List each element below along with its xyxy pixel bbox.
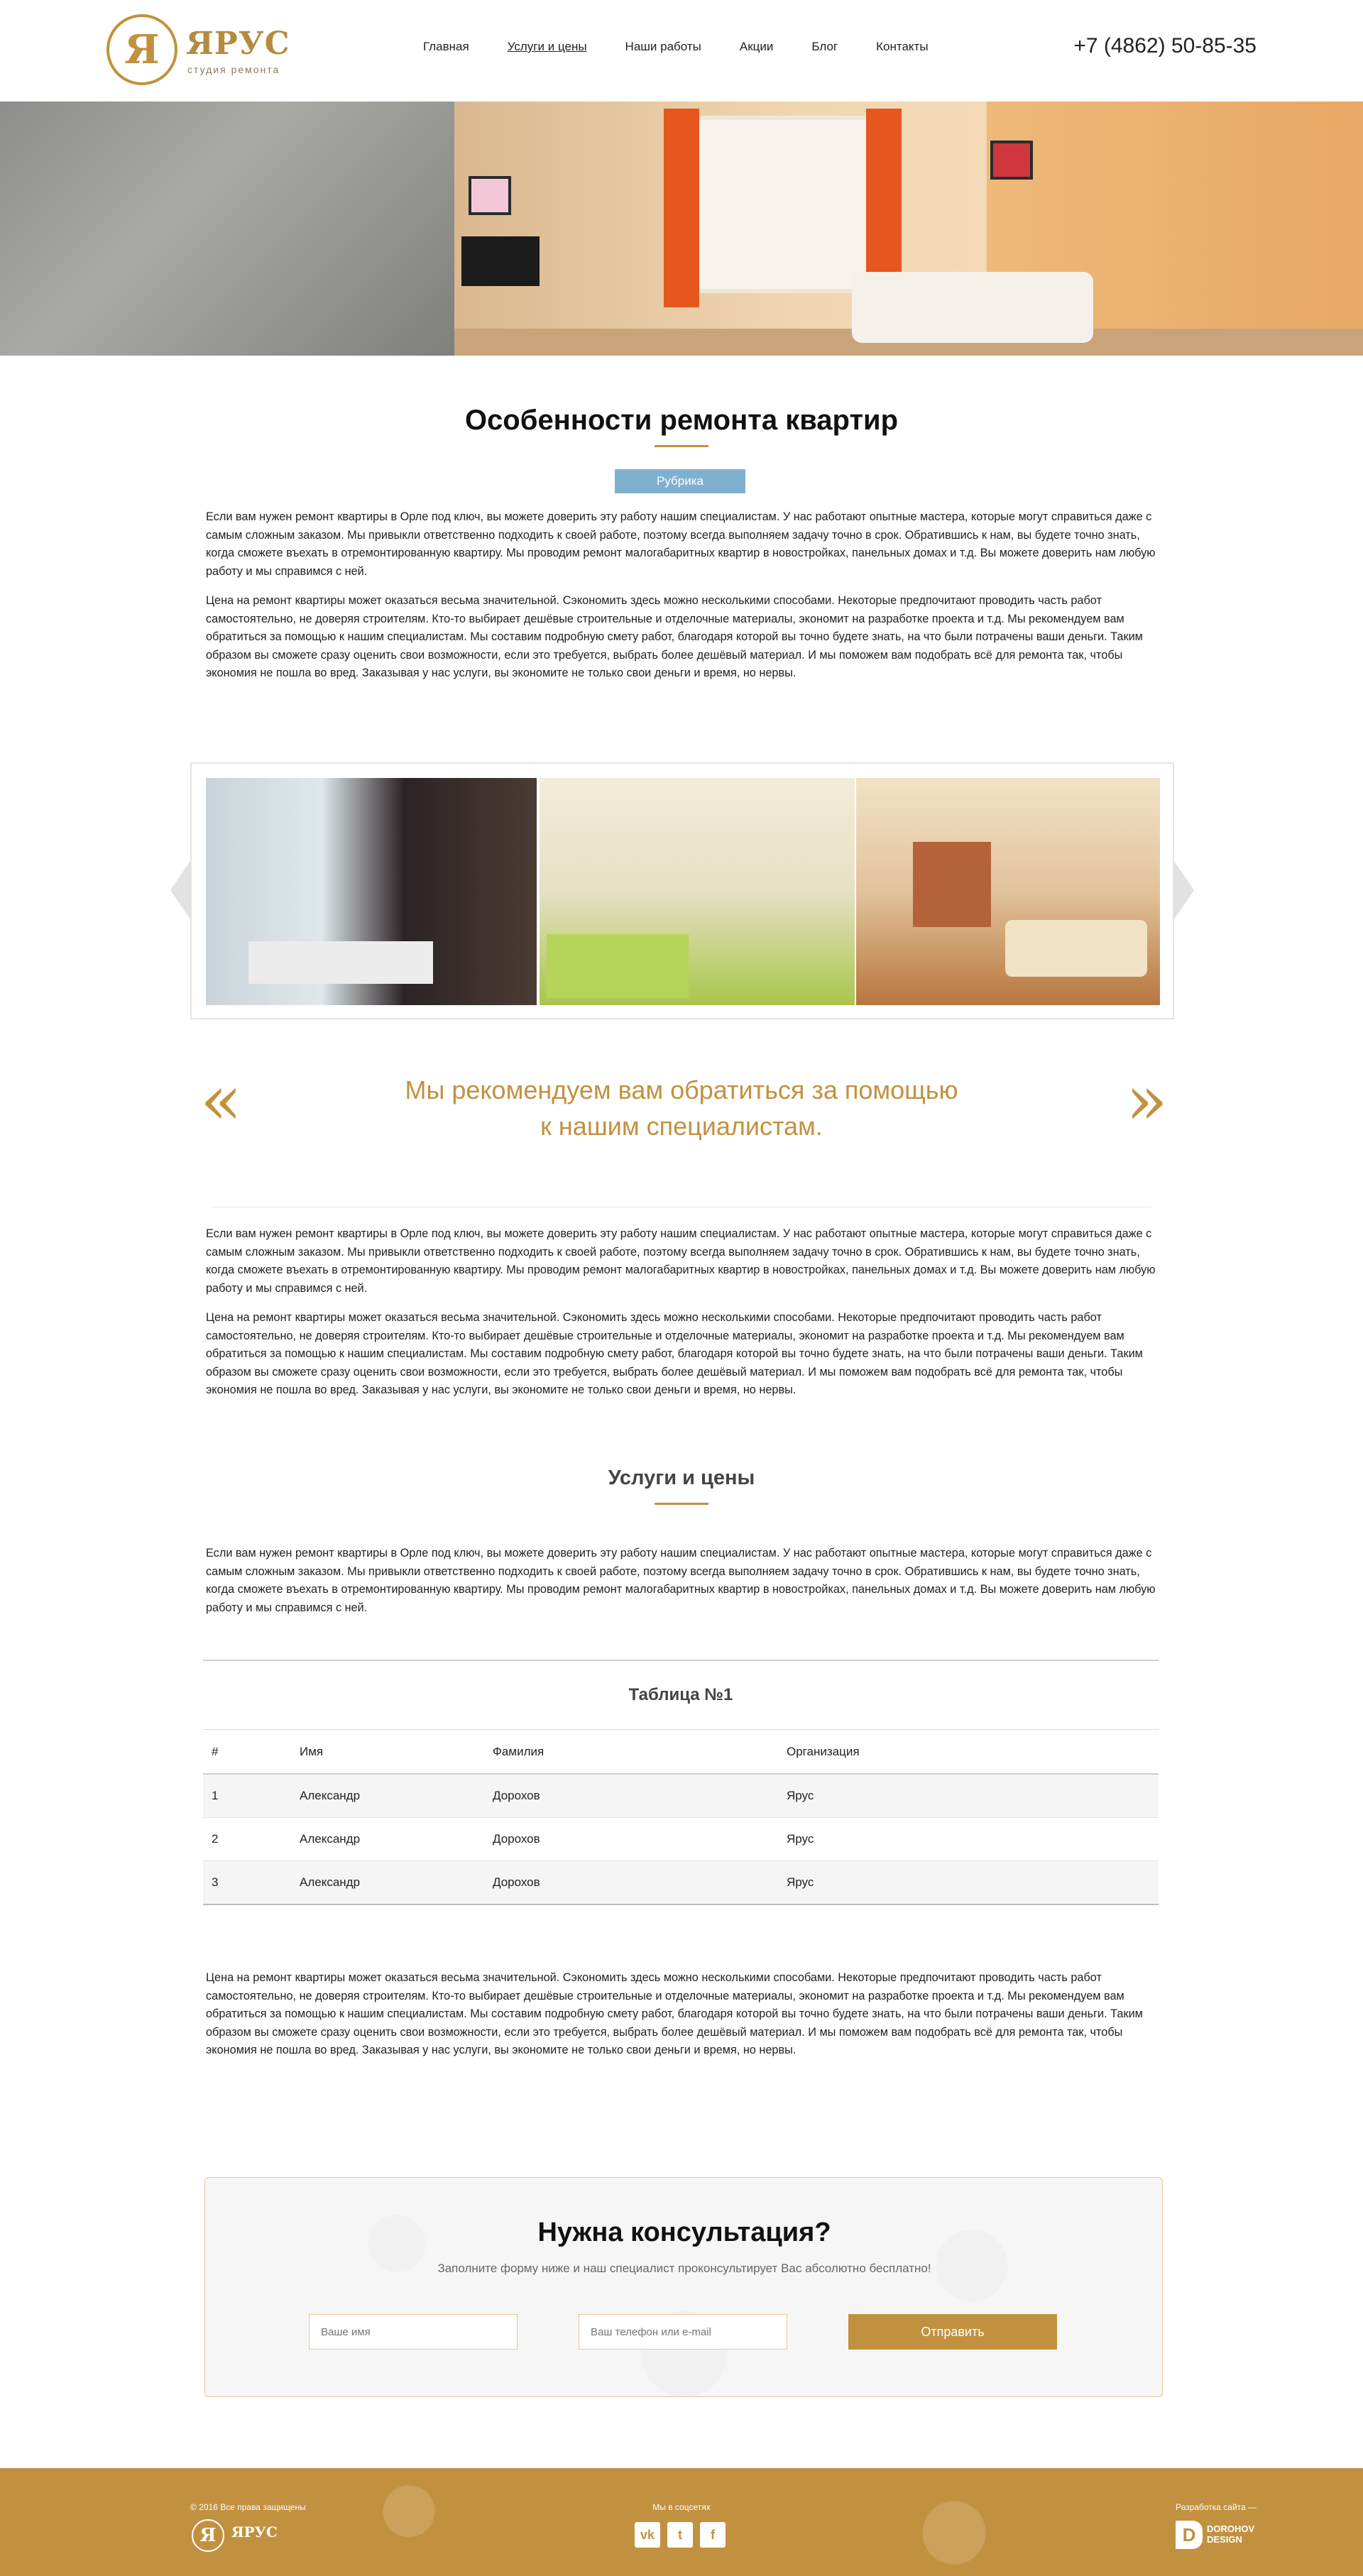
table-cell: Александр	[300, 1875, 361, 1889]
table-cell: Ярус	[787, 1789, 814, 1802]
hero-picture	[990, 141, 1033, 180]
hero-tv	[461, 236, 540, 286]
table-header-cell: Организация	[787, 1744, 860, 1758]
table-row: 1 Александр Дорохов Ярус	[203, 1775, 1159, 1818]
developer-logo[interactable]: D DOROHOV DESIGN	[1176, 2521, 1254, 2550]
nav-item-promo[interactable]: Акции	[740, 40, 774, 54]
table-rule	[203, 1904, 1159, 1905]
paragraph: Цена на ремонт квартиры может оказаться …	[206, 1971, 1143, 2056]
nav-item-services[interactable]: Услуги и цены	[508, 40, 587, 54]
table-cell: 3	[212, 1875, 219, 1889]
table-header-row: # Имя Фамилия Организация	[203, 1729, 1159, 1775]
paragraph: Если вам нужен ремонт квартиры в Орле по…	[206, 1547, 1156, 1614]
gallery-slider	[190, 762, 1174, 1019]
hero-concrete-wall	[0, 102, 454, 356]
quote-open-icon: «	[200, 1060, 242, 1140]
hero-banner	[0, 102, 1363, 356]
contact-input[interactable]	[579, 2314, 787, 2350]
main-nav: Главная Услуги и цены Наши работы Акции …	[423, 40, 967, 54]
paragraph: Цена на ремонт квартиры может оказаться …	[206, 1311, 1143, 1396]
nav-item-contacts[interactable]: Контакты	[876, 40, 928, 54]
table-caption: Таблица №1	[628, 1685, 733, 1704]
paragraph: Если вам нужен ремонт квартиры в Орле по…	[206, 510, 1156, 578]
rubric-badge[interactable]: Рубрика	[615, 469, 745, 493]
hero-curtain-left	[664, 109, 699, 307]
table-cell: Ярус	[787, 1875, 814, 1889]
pull-quote-line: к нашим специалистам.	[540, 1112, 823, 1141]
nav-item-works[interactable]: Наши работы	[625, 40, 701, 54]
logo-name: ЯРУС	[231, 2523, 278, 2541]
twitter-icon[interactable]: t	[667, 2522, 693, 2548]
gallery-image[interactable]	[856, 778, 1160, 1005]
logo-emblem-icon: Я	[106, 14, 177, 85]
table-rule	[203, 1660, 1159, 1661]
facebook-icon[interactable]: f	[700, 2522, 726, 2548]
logo-name: ЯРУС	[186, 26, 290, 62]
consultation-form: Нужна консультация? Заполните форму ниже…	[204, 2177, 1163, 2397]
gallery-image[interactable]	[206, 778, 537, 1005]
site-header: Я ЯРУС студия ремонта Главная Услуги и ц…	[0, 0, 1363, 102]
pull-quote: Мы рекомендуем вам обратиться за помощью…	[312, 1072, 1051, 1144]
pull-quote-line: Мы рекомендуем вам обратиться за помощью	[405, 1075, 958, 1105]
quote-close-icon: »	[1126, 1060, 1168, 1140]
slider-next-arrow-icon[interactable]	[1173, 859, 1194, 921]
table-header-cell: #	[212, 1744, 219, 1758]
developer-mark-icon: D	[1176, 2521, 1203, 2549]
background-pattern	[205, 2178, 1162, 2396]
paragraph: Если вам нужен ремонт квартиры в Орле по…	[206, 1227, 1156, 1295]
vk-icon[interactable]: vk	[635, 2522, 660, 2548]
page-title: Особенности ремонта квартир	[464, 405, 899, 436]
hero-window	[674, 116, 887, 293]
table-cell: Дорохов	[493, 1832, 540, 1846]
developer-label: Разработка сайта —	[1176, 2502, 1257, 2512]
footer-logo[interactable]: Я ЯРУС	[192, 2519, 291, 2555]
consultation-subtitle: Заполните форму ниже и наш специалист пр…	[437, 2262, 931, 2275]
table-cell: Ярус	[787, 1832, 814, 1846]
services-title: Услуги и цены	[608, 1467, 755, 1489]
logo-emblem-icon: Я	[192, 2519, 224, 2552]
header-phone[interactable]: +7 (4862) 50-85-35	[1073, 34, 1257, 58]
name-input[interactable]	[309, 2314, 518, 2350]
table-cell: Дорохов	[493, 1789, 540, 1802]
slide-detail	[248, 941, 433, 984]
consultation-title: Нужна консультация?	[537, 2218, 831, 2247]
title-underline	[655, 445, 708, 447]
paragraph: Цена на ремонт квартиры может оказаться …	[206, 594, 1143, 679]
table-row: 2 Александр Дорохов Ярус	[203, 1818, 1159, 1861]
hero-sofa	[852, 272, 1093, 343]
table-header-cell: Имя	[300, 1744, 324, 1758]
slide-detail	[1005, 920, 1147, 977]
table-row: 3 Александр Дорохов Ярус	[203, 1861, 1159, 1904]
table-cell: Александр	[300, 1789, 361, 1802]
logo-subtitle: студия ремонта	[187, 64, 280, 75]
slider-prev-arrow-icon[interactable]	[170, 859, 192, 921]
gallery-image[interactable]	[540, 778, 855, 1005]
submit-button[interactable]: Отправить	[848, 2314, 1057, 2350]
social-links: vk t f	[635, 2522, 726, 2548]
title-underline	[655, 1503, 708, 1505]
table-header-cell: Фамилия	[493, 1744, 544, 1758]
page: Я ЯРУС студия ремонта Главная Услуги и ц…	[0, 0, 1363, 2576]
table-cell: Дорохов	[493, 1875, 540, 1889]
developer-name: DOROHOV DESIGN	[1207, 2523, 1255, 2545]
slide-detail	[913, 842, 991, 927]
site-logo[interactable]: Я ЯРУС студия ремонта	[106, 14, 290, 85]
site-footer: © 2016 Все права защищены Я ЯРУС Мы в со…	[0, 2468, 1363, 2576]
hero-picture	[469, 176, 511, 215]
table-cell: Александр	[300, 1832, 361, 1846]
social-label: Мы в соцсетях	[652, 2502, 711, 2512]
slide-detail	[547, 934, 689, 998]
table-cell: 1	[212, 1789, 219, 1802]
nav-item-home[interactable]: Главная	[423, 40, 469, 54]
table-cell: 2	[212, 1832, 219, 1846]
nav-item-blog[interactable]: Блог	[811, 40, 838, 54]
